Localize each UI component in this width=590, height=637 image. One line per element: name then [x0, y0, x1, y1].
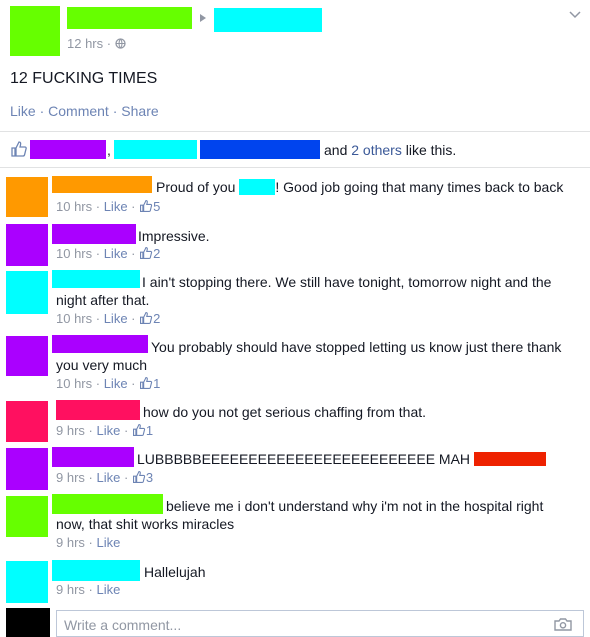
- divider: [0, 167, 590, 168]
- thumbs-up-icon: [140, 312, 153, 324]
- comment-text: I ain't stopping there. We still have to…: [142, 274, 552, 290]
- author-avatar[interactable]: [10, 6, 60, 56]
- like-count[interactable]: 2: [153, 246, 160, 261]
- comment-avatar[interactable]: [6, 271, 48, 314]
- comment-text-cont: now, that shit works miracles: [56, 516, 235, 532]
- comment-like-link[interactable]: Like: [104, 311, 128, 326]
- comment-composer[interactable]: [56, 610, 584, 637]
- comment-text: believe me i don't understand why i'm no…: [166, 498, 544, 514]
- like-count[interactable]: 3: [146, 470, 153, 485]
- comment-text: LUBBBBBEEEEEEEEEEEEEEEEEEEEEEEEE MAH: [137, 450, 547, 468]
- comment-like-link[interactable]: Like: [96, 535, 120, 550]
- comment-avatar[interactable]: [6, 401, 48, 442]
- commenter-name[interactable]: [52, 224, 136, 244]
- commenter-name[interactable]: [52, 494, 163, 514]
- comment-avatar[interactable]: [6, 336, 48, 376]
- liker-name-1[interactable]: [30, 140, 106, 159]
- likes-comma: ,: [107, 142, 111, 158]
- comment-like-link[interactable]: Like: [104, 376, 128, 391]
- camera-icon[interactable]: [554, 618, 572, 631]
- comment-like-link[interactable]: Like: [104, 246, 128, 261]
- commenter-name[interactable]: [52, 560, 140, 581]
- comment-link[interactable]: Comment: [48, 103, 109, 119]
- like-link[interactable]: Like: [10, 103, 36, 119]
- author-name[interactable]: [67, 7, 192, 29]
- like-count[interactable]: 1: [153, 376, 160, 391]
- thumbs-up-icon: [11, 141, 27, 157]
- comment-avatar[interactable]: [6, 448, 48, 490]
- divider: [0, 131, 590, 132]
- triangle-right-icon: [200, 14, 206, 22]
- comment-like-link[interactable]: Like: [104, 199, 128, 214]
- commenter-name[interactable]: [52, 270, 140, 288]
- thumbs-up-icon: [140, 377, 153, 389]
- comment-avatar[interactable]: [6, 177, 48, 217]
- comment-meta: 10 hrs · Like · 2: [56, 246, 161, 261]
- thumbs-up-icon: [132, 471, 146, 483]
- like-count[interactable]: 2: [153, 311, 160, 326]
- comment-like-link[interactable]: Like: [96, 423, 120, 438]
- comment-avatar[interactable]: [6, 561, 48, 603]
- comment-meta: 9 hrs · Like · 1: [56, 423, 154, 438]
- likes-summary: and 2 others like this.: [324, 142, 457, 158]
- chevron-down-icon[interactable]: [569, 11, 581, 19]
- comment-meta: 9 hrs · Like: [56, 582, 121, 597]
- like-count[interactable]: 5: [153, 199, 160, 214]
- globe-icon: [115, 38, 126, 49]
- share-link[interactable]: Share: [121, 103, 158, 119]
- comment-meta: 10 hrs · Like · 2: [56, 311, 161, 326]
- liker-name-3[interactable]: [200, 140, 320, 159]
- thumbs-up-icon: [140, 200, 153, 212]
- target-name[interactable]: [214, 8, 322, 32]
- post-actions: Like · Comment · Share: [10, 103, 159, 119]
- comment-meta: 10 hrs · Like · 5: [56, 199, 161, 214]
- post-text: 12 FUCKING TIMES: [10, 70, 158, 87]
- commenter-name[interactable]: [52, 335, 148, 353]
- commenter-name[interactable]: [52, 447, 134, 467]
- comment-like-link[interactable]: Like: [96, 470, 120, 485]
- comment-text-cont: you very much: [56, 357, 148, 373]
- comment-avatar[interactable]: [6, 496, 48, 537]
- viewer-avatar: [6, 608, 50, 637]
- comment-text: Impressive.: [138, 228, 210, 244]
- post-timestamp[interactable]: 12 hrs: [67, 36, 103, 51]
- mentioned-name[interactable]: [239, 179, 276, 195]
- comment-text: You probably should have stopped letting…: [151, 339, 562, 355]
- thumbs-up-icon: [140, 247, 153, 259]
- like-count[interactable]: 1: [146, 423, 153, 438]
- commenter-name[interactable]: [52, 176, 152, 193]
- comment-text: how do you not get serious chaffing from…: [143, 404, 427, 420]
- post-timestamp-row: 12 hrs ·: [67, 36, 126, 51]
- liker-name-2[interactable]: [114, 140, 197, 159]
- comment-meta: 9 hrs · Like · 3: [56, 470, 154, 485]
- comment-meta: 9 hrs · Like: [56, 535, 121, 550]
- others-link[interactable]: 2 others: [351, 142, 402, 158]
- comment-avatar[interactable]: [6, 224, 48, 266]
- comment-input[interactable]: [62, 615, 536, 635]
- comment-text: Proud of you! Good job going that many t…: [156, 179, 564, 195]
- comment-like-link[interactable]: Like: [96, 582, 120, 597]
- mentioned-name[interactable]: [474, 452, 547, 466]
- facebook-post: 12 hrs · 12 FUCKING TIMES Like · Comment…: [0, 0, 590, 637]
- comment-text: Hallelujah: [144, 564, 206, 580]
- comment-meta: 10 hrs · Like · 1: [56, 376, 161, 391]
- thumbs-up-icon: [132, 424, 146, 436]
- comment-text-cont: night after that.: [56, 292, 150, 308]
- commenter-name[interactable]: [56, 400, 140, 420]
